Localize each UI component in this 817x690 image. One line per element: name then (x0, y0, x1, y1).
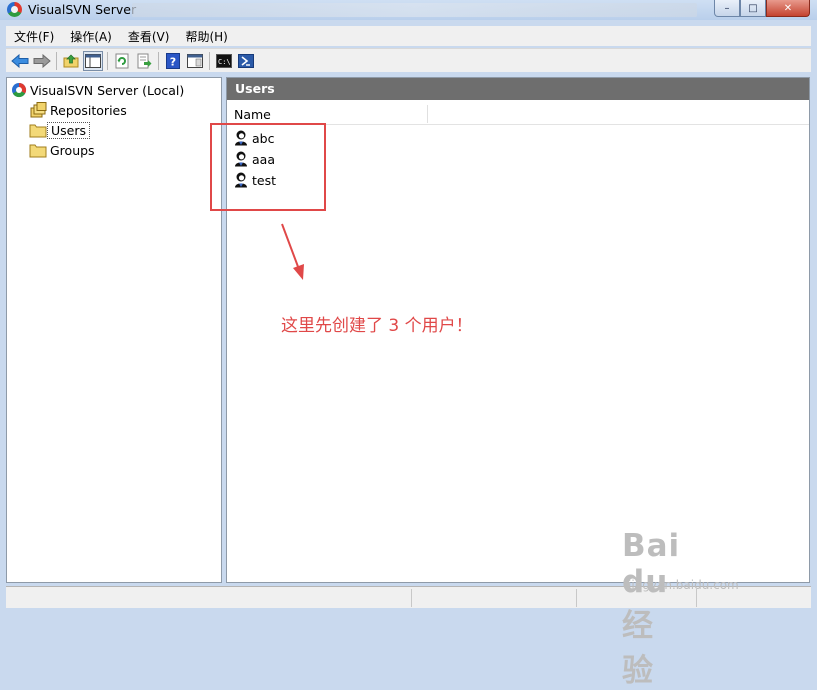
toolbar-separator (209, 51, 210, 70)
watermark-url: jingyan.baidu.com (628, 578, 739, 592)
command-prompt-button[interactable]: C:\ (214, 51, 234, 71)
annotation-highlight-box (210, 123, 326, 211)
pane-title: Users (227, 78, 809, 100)
folder-up-icon (63, 54, 79, 67)
console-tree[interactable]: VisualSVN Server (Local) Repositories Us… (6, 77, 222, 583)
properties-view-button[interactable] (185, 51, 205, 71)
export-list-button[interactable] (134, 51, 154, 71)
menu-bar: 文件(F) 操作(A) 查看(V) 帮助(H) (6, 26, 811, 46)
menu-action[interactable]: 操作(A) (62, 28, 120, 45)
annotation-arrow-icon (281, 223, 304, 280)
toolbar-separator (107, 51, 108, 70)
toolbar-separator (56, 51, 57, 70)
export-list-icon (137, 53, 152, 68)
powershell-icon (238, 53, 254, 68)
folder-icon (29, 124, 47, 137)
visualsvn-app-icon (7, 2, 22, 17)
column-name-header[interactable]: Name (234, 107, 271, 122)
tree-item-label: Groups (50, 142, 95, 158)
arrow-left-icon (11, 53, 29, 68)
tree-item-repositories[interactable]: Repositories (29, 101, 130, 119)
help-icon: ? (166, 52, 180, 69)
status-divider (576, 589, 577, 607)
status-divider (411, 589, 412, 607)
window-controls: – □ ✕ (714, 0, 810, 18)
svg-text:?: ? (170, 55, 176, 68)
annotation-text: 这里先创建了 3 个用户！ (281, 316, 473, 336)
menu-file[interactable]: 文件(F) (6, 28, 62, 45)
repositories-icon (30, 102, 47, 118)
forward-button[interactable] (32, 51, 52, 71)
window-icon (187, 53, 203, 68)
help-button[interactable]: ? (163, 51, 183, 71)
menu-view[interactable]: 查看(V) (120, 28, 178, 45)
refresh-icon (115, 53, 129, 68)
folder-icon (29, 144, 47, 157)
maximize-button[interactable]: □ (740, 0, 766, 17)
toolbar: ? C:\ (6, 48, 811, 72)
toolbar-separator (158, 51, 159, 70)
column-divider[interactable] (427, 105, 428, 123)
refresh-button[interactable] (112, 51, 132, 71)
tree-item-users[interactable]: Users (29, 121, 91, 139)
watermark-logo: Bai du 经验 (622, 528, 681, 689)
tree-item-groups[interactable]: Groups (29, 141, 98, 159)
show-hide-console-tree-button[interactable] (83, 50, 103, 71)
tree-item-label: Users (47, 121, 91, 139)
column-header: Name (227, 103, 809, 125)
close-button[interactable]: ✕ (766, 0, 810, 17)
minimize-button[interactable]: – (714, 0, 740, 17)
tree-root-label: VisualSVN Server (Local) (30, 82, 185, 98)
tree-item-label: Repositories (50, 102, 127, 118)
powershell-button[interactable] (236, 51, 256, 71)
blurred-background-taskbar (132, 3, 697, 17)
menu-help[interactable]: 帮助(H) (177, 28, 235, 45)
window-title: VisualSVN Server (28, 2, 137, 17)
command-prompt-icon: C:\ (216, 53, 232, 68)
svg-text:C:\: C:\ (218, 58, 231, 66)
up-folder-button[interactable] (61, 51, 81, 71)
tree-root-visualsvn-server[interactable]: VisualSVN Server (Local) (11, 81, 187, 99)
title-bar[interactable]: VisualSVN Server – □ ✕ (0, 0, 817, 20)
console-tree-icon (85, 53, 101, 68)
arrow-right-icon (33, 53, 51, 68)
back-button[interactable] (10, 51, 30, 71)
visualsvn-server-icon (12, 82, 27, 98)
